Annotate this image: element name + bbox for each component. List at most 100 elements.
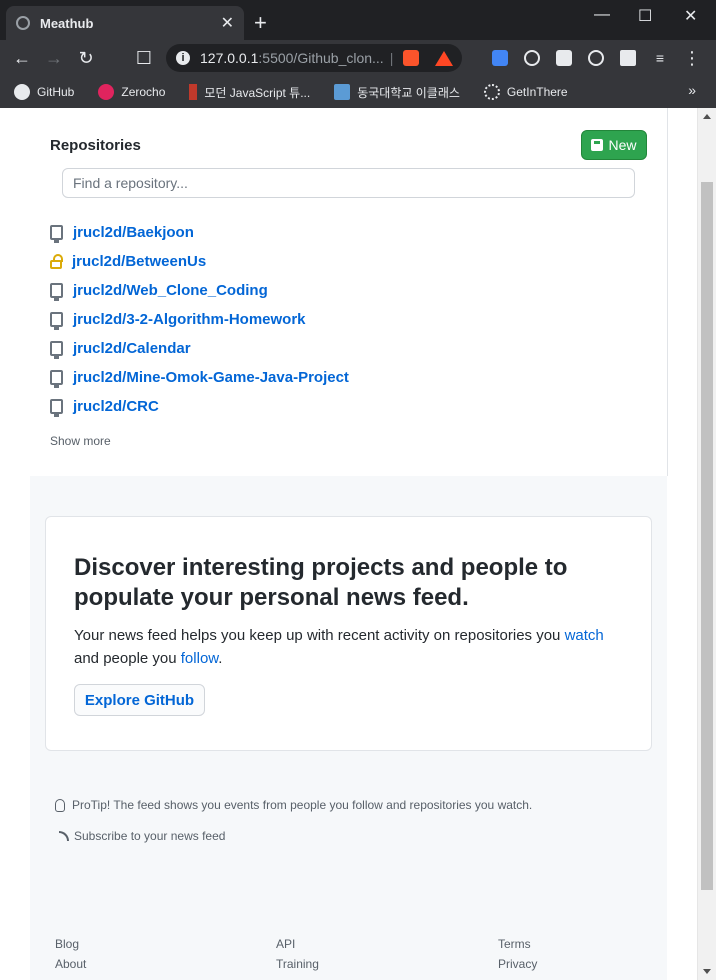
protip-text: ProTip! The feed shows you events from p… [72,798,533,812]
explore-github-button[interactable]: Explore GitHub [74,684,205,716]
protip: ProTip! The feed shows you events from p… [55,798,532,812]
omnibox-divider: | [389,50,394,66]
repo-link[interactable]: jrucl2d/CRC [73,398,159,415]
show-more-link[interactable]: Show more [50,434,111,448]
footer-link[interactable]: Blog [55,934,86,954]
javascript-tutorial-icon [189,84,198,100]
zerocho-icon [98,84,115,100]
tab-title: Meathub [40,15,94,31]
tab-bar: Meathub ✕ + — ☐ ✕ [0,0,716,40]
bookmark-label: GetInThere [506,85,568,99]
bookmark-dongguk-eclass[interactable]: 동국대학교 이클래스 [334,84,460,101]
repo-icon [50,370,63,388]
bookmark-label: GitHub [37,85,75,99]
description-text: Your news feed helps you keep up with re… [74,627,565,644]
footer-column-2: API Training [276,934,319,974]
page-scrollbar[interactable] [697,108,716,980]
footer-column-1: Blog About [55,934,86,974]
bookmark-github[interactable]: GitHub [14,84,74,100]
list-item: jrucl2d/3-2-Algorithm-Homework [50,305,349,334]
github-icon [14,84,30,100]
target-extension-icon[interactable] [588,50,604,66]
repo-link[interactable]: jrucl2d/Baekjoon [73,224,194,241]
light-bulb-icon [55,798,65,812]
discover-description: Your news feed helps you keep up with re… [74,624,614,670]
new-button-label: New [608,137,637,153]
rss-icon [59,831,69,841]
repo-icon [591,139,604,151]
subscribe-link[interactable]: Subscribe to your news feed [59,829,225,843]
footer-column-3: Terms Privacy [498,934,537,974]
address-bar[interactable]: i 127.0.0.1 :5500/Github_clon... | [166,44,462,72]
bookmark-getinthere[interactable]: GetInThere [483,84,568,100]
repo-icon [50,225,63,243]
subscribe-text: Subscribe to your news feed [74,829,226,843]
translate-extension-icon[interactable] [492,50,508,66]
list-item: jrucl2d/Mine-Omok-Game-Java-Project [50,363,349,392]
footer-link[interactable]: Training [276,954,319,974]
bookmarks-bar: GitHub Zerocho 모던 JavaScript 튜... 동국대학교 … [0,76,716,108]
bookmark-icon[interactable]: ☐ [132,46,156,70]
repo-icon [50,312,63,330]
footer-link[interactable]: API [276,934,319,954]
page-viewport: Repositories New jrucl2d/Baekjoon jrucl2… [0,108,716,980]
repo-link[interactable]: jrucl2d/Mine-Omok-Game-Java-Project [73,369,349,386]
bookmark-label: 모던 JavaScript 튜... [204,85,311,100]
watch-link[interactable]: watch [565,627,604,644]
brave-rewards-icon[interactable] [435,50,454,66]
list-item: jrucl2d/Calendar [50,334,349,363]
notepad-icon [334,84,351,100]
footer-link[interactable]: Terms [498,934,537,954]
list-item: jrucl2d/BetweenUs [50,247,349,276]
follow-link[interactable]: follow [181,650,219,667]
bookmark-zerocho[interactable]: Zerocho [98,84,165,100]
tab-close-icon[interactable]: ✕ [221,13,234,33]
url-path: :5500/Github_clon... [258,50,384,66]
bookmark-label: Zerocho [121,85,166,99]
discover-title: Discover interesting projects and people… [74,554,568,611]
footer-link[interactable]: About [55,954,86,974]
media-controls-icon[interactable]: ≡ [648,46,672,70]
scroll-thumb[interactable] [701,182,713,890]
new-repository-button[interactable]: New [581,130,647,160]
bookmarks-more-icon[interactable]: » [688,82,696,98]
repositories-sidebar: Repositories New jrucl2d/Baekjoon jrucl2… [0,108,668,476]
maximize-button[interactable]: ☐ [638,6,652,26]
bookmark-modern-javascript[interactable]: 모던 JavaScript 튜... [189,84,310,101]
description-text: . [218,650,223,667]
repository-list: jrucl2d/Baekjoon jrucl2d/BetweenUs jrucl… [50,218,349,421]
notion-extension-icon[interactable] [556,50,572,66]
news-feed: Discover interesting projects and people… [30,476,667,980]
getinthere-icon [483,84,500,100]
scroll-up-arrow-icon[interactable] [703,114,711,119]
list-item: jrucl2d/Web_Clone_Coding [50,276,349,305]
repo-icon [50,283,63,301]
footer-link[interactable]: Privacy [498,954,537,974]
repo-link[interactable]: jrucl2d/3-2-Algorithm-Homework [73,311,306,328]
minimize-button[interactable]: — [594,6,610,24]
brave-shield-icon[interactable] [403,50,420,66]
extensions-puzzle-icon[interactable] [620,50,636,66]
repo-link[interactable]: jrucl2d/BetweenUs [72,253,206,270]
url-host: 127.0.0.1 [200,50,259,66]
close-window-button[interactable]: ✕ [684,6,697,26]
repo-icon [50,341,63,359]
info-icon[interactable]: i [176,51,190,65]
repo-link[interactable]: jrucl2d/Web_Clone_Coding [73,282,268,299]
bookmark-label: 동국대학교 이클래스 [357,85,460,100]
forward-icon[interactable]: → [42,46,66,70]
back-icon[interactable]: ← [10,46,34,70]
scroll-down-arrow-icon[interactable] [703,969,711,974]
repo-icon [50,399,63,417]
menu-icon[interactable]: ⋮ [680,46,704,70]
list-item: jrucl2d/CRC [50,392,349,421]
lock-icon [50,254,63,269]
new-tab-button[interactable]: + [254,12,267,34]
react-devtools-icon[interactable] [524,50,540,66]
reload-icon[interactable]: ↻ [74,46,98,70]
browser-tab[interactable]: Meathub ✕ [6,6,244,40]
find-repository-input[interactable] [62,168,635,198]
description-text: and people you [74,650,181,667]
repo-link[interactable]: jrucl2d/Calendar [73,340,191,357]
browser-chrome: Meathub ✕ + — ☐ ✕ ← → ↻ ☐ i 127.0.0.1 :5… [0,0,716,108]
